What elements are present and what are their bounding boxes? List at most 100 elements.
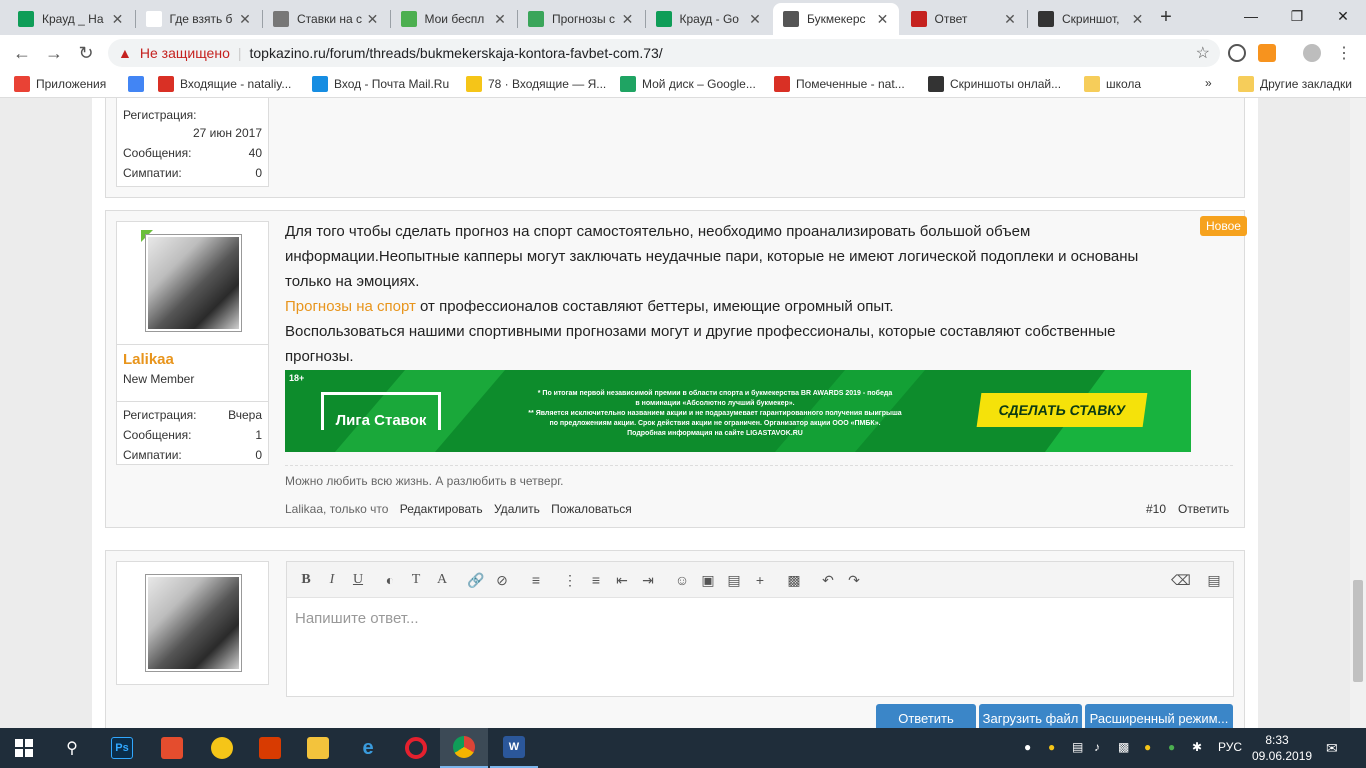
bullet-list-icon[interactable]: ⋮ (561, 571, 579, 589)
chrome-app[interactable] (440, 728, 488, 768)
save-draft-icon[interactable]: ▩ (785, 571, 803, 589)
close-window-button[interactable]: ✕ (1320, 0, 1366, 32)
align-icon[interactable]: ≡ (527, 571, 545, 589)
word-app[interactable]: W (490, 728, 538, 768)
close-icon[interactable]: ✕ (747, 11, 763, 28)
smiley-icon[interactable]: ☺ (673, 571, 691, 589)
reply-placeholder[interactable]: Напишите ответ... (295, 610, 419, 627)
bookmark-star-icon[interactable]: ☆ (1196, 43, 1210, 63)
device-icon[interactable]: ▩ (1118, 740, 1129, 754)
tab[interactable]: Прогнозы с ✕ (518, 3, 644, 35)
close-icon[interactable]: ✕ (365, 11, 381, 28)
back-button[interactable]: ← (8, 39, 36, 67)
avatar[interactable] (145, 234, 242, 332)
search-button[interactable]: ⚲ (48, 728, 96, 768)
close-icon[interactable]: ✕ (875, 11, 891, 28)
tab[interactable]: Букмекерс ✕ (773, 3, 899, 35)
bluetooth-icon[interactable]: ✱ (1192, 740, 1202, 754)
tab[interactable]: Скриншот, ✕ (1028, 3, 1154, 35)
tab[interactable]: Ответ ✕ (901, 3, 1027, 35)
page-scrollbar[interactable] (1350, 98, 1366, 728)
address-bar[interactable]: ▲ Не защищено | topkazino.ru/forum/threa… (108, 39, 1220, 67)
italic-icon[interactable]: I (323, 571, 341, 589)
language-indicator[interactable]: РУС (1218, 740, 1242, 754)
bet-cta-button[interactable]: СДЕЛАТЬ СТАВКУ (976, 393, 1148, 427)
bookmark-item[interactable]: Помеченные - nat... (774, 76, 905, 92)
volume-icon[interactable]: ♪ (1094, 740, 1100, 754)
menu-icon[interactable]: ⋮ (1330, 39, 1358, 67)
forward-button[interactable]: → (40, 39, 68, 67)
font-size-icon[interactable]: T (407, 571, 425, 589)
report-link[interactable]: Пожаловаться (551, 502, 632, 516)
upload-file-button[interactable]: Загрузить файл (979, 704, 1082, 728)
scrollbar-thumb[interactable] (1353, 580, 1363, 682)
reload-button[interactable]: ↻ (72, 39, 100, 67)
minimize-button[interactable]: — (1228, 0, 1274, 32)
network-icon[interactable]: ▤ (1072, 740, 1083, 754)
office-app[interactable] (246, 728, 294, 768)
edge-app[interactable]: e (344, 728, 392, 768)
post-meta[interactable]: Lalikaa, только что (285, 502, 388, 516)
bookmark-item[interactable]: школа (1084, 76, 1141, 92)
media-icon[interactable]: ▤ (725, 571, 743, 589)
media-app[interactable] (148, 728, 196, 768)
submit-reply-button[interactable]: Ответить (876, 704, 976, 728)
close-icon[interactable]: ✕ (1002, 11, 1018, 28)
tab[interactable]: Где взять б ✕ (136, 3, 262, 35)
reply-link[interactable]: Ответить (1178, 502, 1229, 516)
eraser-icon[interactable]: ⌫ (1171, 571, 1191, 589)
delete-link[interactable]: Удалить (494, 502, 540, 516)
messenger-app[interactable] (198, 728, 246, 768)
notifications-icon[interactable]: ✉ (1326, 740, 1338, 757)
close-icon[interactable]: ✕ (620, 11, 636, 28)
close-icon[interactable]: ✕ (237, 11, 253, 28)
messenger-tray-icon[interactable]: ● (1048, 740, 1055, 754)
bookmark-item[interactable] (128, 76, 150, 92)
bold-icon[interactable]: B (297, 571, 315, 589)
forecast-link[interactable]: Прогнозы на спорт (285, 298, 416, 315)
close-icon[interactable]: ✕ (110, 11, 126, 28)
url-text[interactable]: topkazino.ru/forum/threads/bukmekerskaja… (250, 45, 663, 61)
bookmark-item[interactable]: Вход - Почта Mail.Ru (312, 76, 449, 92)
clock[interactable]: 8:33 09.06.2019 (1252, 732, 1312, 764)
security-tray-icon[interactable]: ● (1144, 740, 1151, 754)
tab[interactable]: Крауд _ На ✕ (8, 3, 134, 35)
close-icon[interactable]: ✕ (1130, 11, 1146, 28)
redo-icon[interactable]: ↷ (845, 571, 863, 589)
explorer-app[interactable] (294, 728, 342, 768)
edit-link[interactable]: Редактировать (400, 502, 483, 516)
source-icon[interactable]: ▤ (1205, 571, 1223, 589)
color-icon[interactable]: ◐ (381, 571, 399, 589)
insert-icon[interactable]: + (751, 571, 769, 589)
edge-tray-icon[interactable]: ● (1024, 740, 1031, 754)
security-status[interactable]: Не защищено (140, 45, 230, 61)
opera-app[interactable] (392, 728, 440, 768)
tab[interactable]: Ставки на с ✕ (263, 3, 389, 35)
utorrent-icon[interactable]: ● (1168, 740, 1175, 754)
username[interactable]: Lalikaa (123, 351, 174, 368)
tab[interactable]: Мои беспл ✕ (391, 3, 517, 35)
bookmarks-more-button[interactable]: » (1205, 76, 1212, 90)
underline-icon[interactable]: U (349, 571, 367, 589)
new-tab-button[interactable]: + (1154, 6, 1178, 30)
other-bookmarks[interactable]: Другие закладки (1238, 76, 1352, 92)
shield-extension-icon[interactable] (1228, 44, 1246, 62)
bookmark-item[interactable]: Скриншоты онлай... (928, 76, 1061, 92)
odnoklassniki-icon[interactable] (1258, 44, 1276, 62)
indent-icon[interactable]: ⇥ (639, 571, 657, 589)
image-icon[interactable]: ▣ (699, 571, 717, 589)
post-number[interactable]: #10 (1146, 502, 1166, 516)
restore-button[interactable]: ❐ (1274, 0, 1320, 32)
undo-icon[interactable]: ↶ (819, 571, 837, 589)
font-family-icon[interactable]: A (433, 571, 451, 589)
link-icon[interactable]: 🔗 (467, 571, 485, 589)
outdent-icon[interactable]: ⇤ (613, 571, 631, 589)
liga-stavok-banner[interactable]: 18+ Лига Ставок * По итогам первой незав… (285, 370, 1191, 452)
numbered-list-icon[interactable]: ≡ (587, 571, 605, 589)
photoshop-app[interactable]: Ps (98, 728, 146, 768)
unlink-icon[interactable]: ⊘ (493, 571, 511, 589)
advanced-mode-button[interactable]: Расширенный режим... (1085, 704, 1233, 728)
bookmark-item[interactable]: Приложения (14, 76, 106, 92)
profile-avatar[interactable] (1303, 44, 1321, 62)
bookmark-item[interactable]: 78 · Входящие — Я... (466, 76, 606, 92)
